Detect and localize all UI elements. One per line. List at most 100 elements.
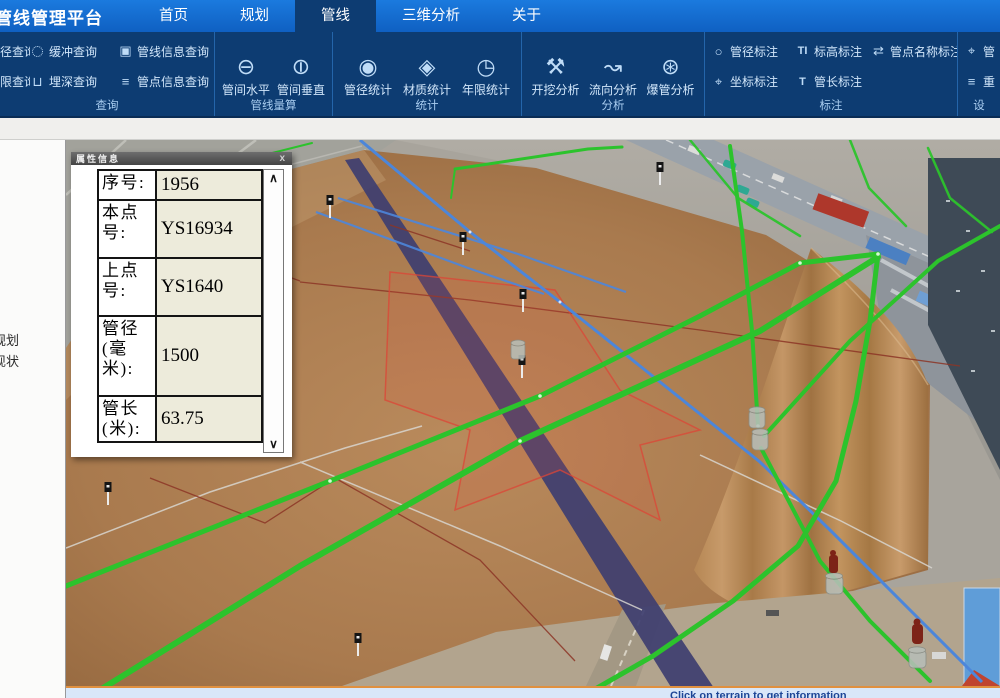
group-title-stats: 统计 <box>333 99 521 116</box>
btn-diameter-label[interactable]: ○ 管径标注 <box>711 43 795 60</box>
ribbon-group-stats: ◉ 管径统计 ◈ 材质统计 ◷ 年限统计 统计 <box>333 32 522 116</box>
dialog-title: 属性信息 <box>76 152 120 165</box>
app-window: 管线管理平台 首页 规划 管线 三维分析 关于 径查询 缓冲查询 ▣ 管线信息查… <box>0 0 1000 698</box>
attr-row-point-id: 本点号: YS16934 <box>99 201 261 259</box>
btn-label: 缓冲查询 <box>49 43 97 60</box>
btn-label: 管线信息查询 <box>137 43 209 60</box>
ti-icon: TI <box>795 44 810 59</box>
attr-label: 本点号: <box>99 201 157 257</box>
property-dialog: 属性信息 x 序号: 1956 本点号: YS16934 上点号: YS1640 <box>71 152 292 457</box>
attr-value: 63.75 <box>157 397 261 441</box>
btn-depth-query[interactable]: ⊔ 埋深查询 <box>30 73 118 90</box>
tab-3d-analysis[interactable]: 三维分析 <box>376 0 486 32</box>
scroll-down-button[interactable]: ∨ <box>269 436 278 452</box>
btn-elevation-label[interactable]: TI 标高标注 <box>795 43 871 60</box>
btn-label: 埋深查询 <box>49 73 97 90</box>
t-ruler-icon: T <box>795 74 810 89</box>
btn-horizontal-distance[interactable]: ⊖ 管间水平 <box>222 54 270 98</box>
group-title-annotation: 标注 <box>705 99 957 116</box>
move-icon: ⌖ <box>964 44 979 59</box>
tab-home[interactable]: 首页 <box>133 0 214 32</box>
btn-label: 管点名称标注 <box>890 43 958 60</box>
btn-label: 材质统计 <box>403 81 451 98</box>
btn-point-name-label[interactable]: ⇄ 管点名称标注 <box>871 43 958 60</box>
cube-icon: ▣ <box>118 44 133 59</box>
attr-value: 1956 <box>157 171 261 199</box>
btn-age-query[interactable]: 限查询 <box>0 73 30 90</box>
btn-length-label[interactable]: T 管长标注 <box>795 73 871 90</box>
btn-pipeline-info-query[interactable]: ▣ 管线信息查询 <box>118 43 215 60</box>
btn-label: 标高标注 <box>814 43 862 60</box>
scroll-up-button[interactable]: ∧ <box>269 170 278 186</box>
clock-icon: ◷ <box>473 54 499 80</box>
btn-label: 管间垂直 <box>277 81 325 98</box>
attr-value: YS1640 <box>157 259 261 315</box>
attr-row-upper-point-id: 上点号: YS1640 <box>99 259 261 317</box>
btn-diameter-query[interactable]: 径查询 <box>0 43 30 60</box>
btn-label: 爆管分析 <box>646 81 694 98</box>
group-title-analysis: 分析 <box>522 99 704 116</box>
dialog-scrollbar[interactable]: ∧ ∨ <box>263 169 284 453</box>
legend-item-planning[interactable]: 规划 <box>0 330 65 351</box>
btn-cut-right-1[interactable]: ⌖ 管 <box>964 43 1000 60</box>
btn-material-stats[interactable]: ◈ 材质统计 <box>403 54 451 98</box>
btn-label: 重 <box>983 73 995 90</box>
btn-coordinate-label[interactable]: ⌖ 坐标标注 <box>711 73 795 90</box>
btn-age-stats[interactable]: ◷ 年限统计 <box>462 54 510 98</box>
tab-pipeline[interactable]: 管线 <box>295 0 376 32</box>
btn-label: 管长标注 <box>814 73 862 90</box>
attr-row-diameter: 管径(毫米): 1500 <box>99 317 261 397</box>
app-title: 管线管理平台 <box>0 4 133 29</box>
diamond-icon: ◈ <box>414 54 440 80</box>
crosshair-icon: ⌖ <box>711 74 726 89</box>
attr-row-length: 管长(米): 63.75 <box>99 397 261 441</box>
legend-item-current[interactable]: 现状 <box>0 351 65 372</box>
btn-label: 开挖分析 <box>531 81 579 98</box>
btn-label: 管点信息查询 <box>137 73 209 90</box>
btn-point-info-query[interactable]: ≡ 管点信息查询 <box>118 73 215 90</box>
ribbon-group-annotation: ○ 管径标注 TI 标高标注 ⇄ 管点名称标注 ⌖ 坐标标注 T 管长标注 标注 <box>705 32 958 116</box>
btn-cut-right-2[interactable]: ≡ 重 <box>964 73 1000 90</box>
btn-label: 管径标注 <box>730 43 778 60</box>
btn-excavation-analysis[interactable]: ⚒ 开挖分析 <box>531 54 579 98</box>
dialog-body: 序号: 1956 本点号: YS16934 上点号: YS1640 管径(毫米)… <box>71 165 292 457</box>
dotted-circle-icon <box>32 46 43 57</box>
group-title-measure: 管线量算 <box>215 99 332 116</box>
circle-vertical-icon: ⊖ <box>288 54 314 80</box>
btn-label: 限查询 <box>0 73 30 90</box>
close-icon[interactable]: x <box>279 154 287 164</box>
btn-label: 管径统计 <box>344 81 392 98</box>
btn-label: 年限统计 <box>462 81 510 98</box>
statusbar: Click on terrain to get information <box>66 686 1000 698</box>
btn-burst-analysis[interactable]: ⊛ 爆管分析 <box>646 54 694 98</box>
tab-about[interactable]: 关于 <box>486 0 567 32</box>
left-panel: 规划 现状 <box>0 140 66 698</box>
group-title-query: 查询 <box>0 99 214 116</box>
flow-arrow-icon: ↝ <box>600 54 626 80</box>
chart-circle-icon: ◉ <box>355 54 381 80</box>
tab-planning[interactable]: 规划 <box>214 0 295 32</box>
btn-label: 径查询 <box>0 43 30 60</box>
circle-horizontal-icon: ⊖ <box>233 54 259 80</box>
attr-row-serial: 序号: 1956 <box>99 171 261 201</box>
status-message: Click on terrain to get information <box>670 690 847 698</box>
btn-vertical-distance[interactable]: ⊖ 管间垂直 <box>277 54 325 98</box>
toolbar-substrip <box>0 118 1000 140</box>
btn-label: 流向分析 <box>589 81 637 98</box>
ribbon-group-analysis: ⚒ 开挖分析 ↝ 流向分析 ⊛ 爆管分析 分析 <box>522 32 705 116</box>
attr-value: YS16934 <box>157 201 261 257</box>
attr-label: 序号: <box>99 171 157 199</box>
layers-icon: ≡ <box>964 74 979 89</box>
ribbon: 径查询 缓冲查询 ▣ 管线信息查询 限查询 ⊔ 埋深查询 ≡ 管点信息查询 查询 <box>0 32 1000 118</box>
attr-label: 管长(米): <box>99 397 157 441</box>
dialog-titlebar[interactable]: 属性信息 x <box>71 152 292 165</box>
btn-buffer-query[interactable]: 缓冲查询 <box>30 43 118 60</box>
attr-table: 序号: 1956 本点号: YS16934 上点号: YS1640 管径(毫米)… <box>97 169 263 443</box>
swap-arrows-icon: ⇄ <box>871 44 886 59</box>
burst-icon: ⊛ <box>657 54 683 80</box>
btn-diameter-stats[interactable]: ◉ 管径统计 <box>344 54 392 98</box>
btn-label: 管间水平 <box>222 81 270 98</box>
attr-label: 管径(毫米): <box>99 317 157 395</box>
btn-flow-analysis[interactable]: ↝ 流向分析 <box>589 54 637 98</box>
map-3d-viewport[interactable]: 属性信息 x 序号: 1956 本点号: YS16934 上点号: YS1640 <box>66 140 1000 686</box>
